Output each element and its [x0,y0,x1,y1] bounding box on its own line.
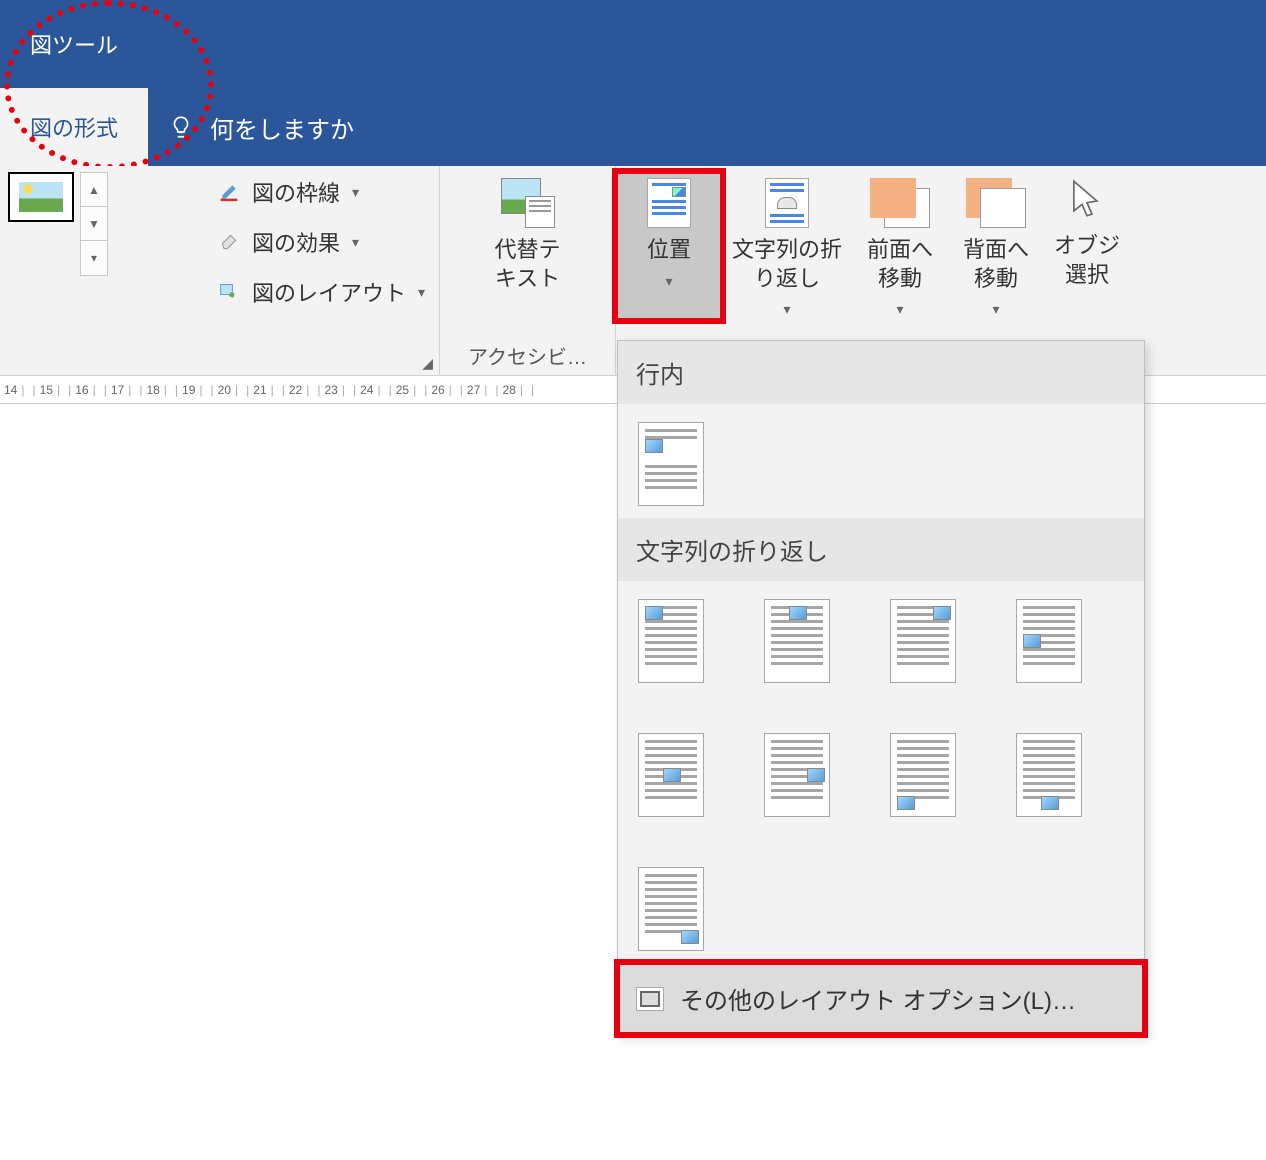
ribbon-tab-row: 図の形式 何をしますか [0,88,1266,166]
alt-text-button[interactable]: 代替テ キスト [448,172,607,295]
alt-text-label: 代替テ キスト [494,236,560,293]
selection-icon [1067,178,1107,224]
chevron-down-icon: ▾ [352,234,359,251]
wrap-label: 文字列の折 り返し [732,236,842,293]
position-option[interactable] [1016,599,1082,683]
contextual-tools-label: 図ツール [0,0,148,88]
position-option[interactable] [638,599,704,683]
ruler-tick: 19|| [182,383,218,397]
ruler-tick: 25|| [396,383,432,397]
picture-effects-button[interactable]: 図の効果 ▾ [210,224,431,260]
style-gallery-scroll[interactable]: ▲ ▼ ▾ [80,172,108,276]
position-option[interactable] [764,599,830,683]
lightbulb-icon [168,114,194,140]
position-label: 位置 [647,236,691,265]
tab-picture-format[interactable]: 図の形式 [0,88,148,166]
dropdown-section-wrap: 文字列の折り返し [618,518,1144,581]
position-option[interactable] [638,867,704,951]
ruler-tick: 28|| [503,383,539,397]
more-layout-options-label: その他のレイアウト オプション(L)… [680,981,1076,1016]
position-option[interactable] [1016,733,1082,817]
chevron-down-icon: ▾ [665,273,672,290]
ruler-tick: 17|| [111,383,147,397]
ruler-tick: 23|| [324,383,360,397]
position-option-inline[interactable] [638,422,704,506]
tell-me-label: 何をしますか [210,110,354,145]
send-backward-button[interactable]: 背面へ 移動 ▾ [948,172,1044,320]
chevron-down-icon: ▾ [783,301,790,318]
ruler-tick: 27|| [467,383,503,397]
gallery-more-icon[interactable]: ▾ [81,241,107,275]
position-button[interactable]: 位置 ▾ [616,172,722,320]
ruler-tick: 16|| [75,383,111,397]
send-backward-label: 背面へ 移動 [963,236,1029,293]
ruler-tick: 20|| [218,383,254,397]
layout-dialog-icon [640,991,660,1007]
tell-me-box[interactable]: 何をしますか [148,88,374,166]
eraser-icon [216,231,242,253]
bring-forward-label: 前面へ 移動 [867,236,933,293]
dialog-launcher-icon[interactable]: ◢ [422,355,433,372]
wrap-text-button[interactable]: 文字列の折 り返し ▾ [722,172,852,320]
bring-forward-icon [870,178,930,228]
bring-forward-button[interactable]: 前面へ 移動 ▾ [852,172,948,320]
group-accessibility-label: アクセシビ… [448,337,607,372]
ruler-tick: 15|| [40,383,76,397]
ruler-tick: 14|| [4,383,40,397]
position-option[interactable] [764,733,830,817]
position-option[interactable] [638,733,704,817]
scroll-up-icon[interactable]: ▲ [81,173,107,207]
picture-border-label: 図の枠線 [252,176,340,208]
position-option[interactable] [890,733,956,817]
picture-style-thumb[interactable] [8,172,74,222]
title-bar: 図ツール [0,0,1266,88]
chevron-down-icon: ▾ [993,301,1000,318]
position-icon [647,178,691,228]
send-backward-icon [966,178,1026,228]
position-dropdown: 行内 文字列の折り返し その他のレイアウト オプション(L)… [617,340,1145,1035]
position-option[interactable] [890,599,956,683]
ruler-tick: 21|| [253,383,289,397]
picture-layout-button[interactable]: 図のレイアウト ▾ [210,274,431,310]
wrap-icon [765,178,809,228]
selection-pane-button[interactable]: オブジ 選択 [1044,172,1130,320]
chevron-down-icon: ▾ [352,184,359,201]
layout-icon [216,281,242,303]
ruler-tick: 26|| [431,383,467,397]
ruler-tick: 22|| [289,383,325,397]
selection-label: オブジ 選択 [1054,232,1120,289]
picture-effects-label: 図の効果 [252,226,340,258]
pencil-icon [216,181,242,203]
ruler-tick: 18|| [146,383,182,397]
chevron-down-icon: ▾ [897,301,904,318]
chevron-down-icon: ▾ [418,284,425,301]
ruler-tick: 24|| [360,383,396,397]
scroll-down-icon[interactable]: ▼ [81,207,107,241]
more-layout-options-button[interactable]: その他のレイアウト オプション(L)… [618,963,1144,1034]
picture-border-button[interactable]: 図の枠線 ▾ [210,174,431,210]
picture-layout-label: 図のレイアウト [252,276,406,308]
dropdown-section-inline: 行内 [618,341,1144,404]
